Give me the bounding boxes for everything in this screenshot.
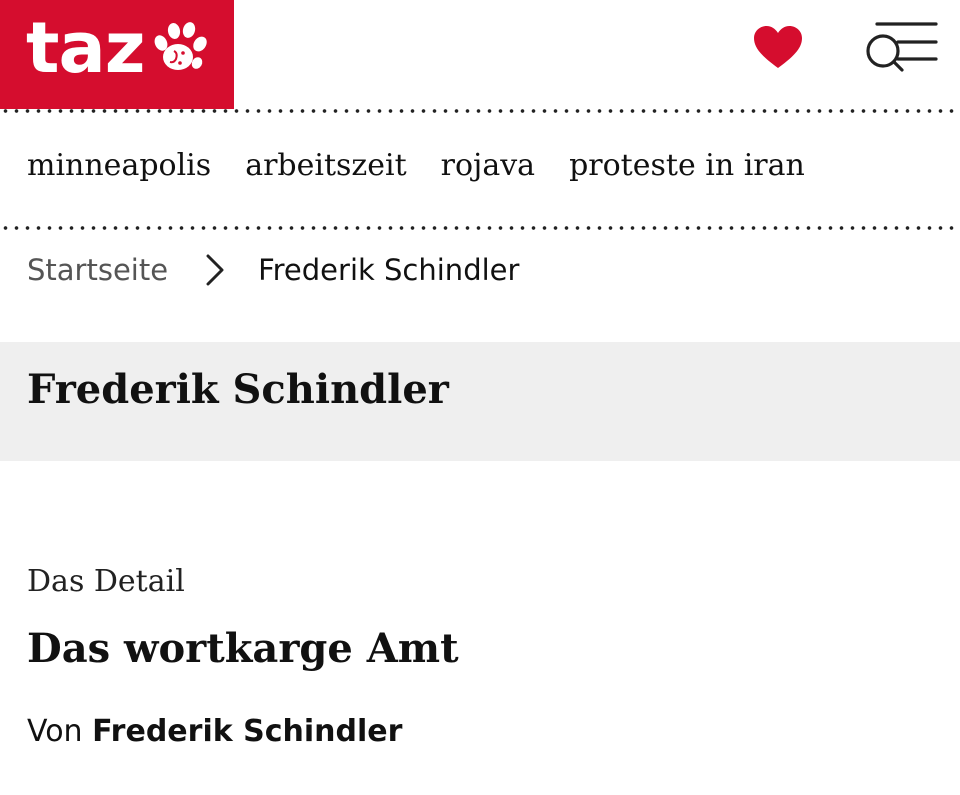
article-teaser[interactable]: Das Detail Das wortkarge Amt Von Frederi… (27, 560, 927, 752)
topic-nav: minneapolis arbeitszeit rojava proteste … (27, 146, 805, 190)
paw-icon (154, 22, 207, 70)
page-title: Frederik Schindler (27, 366, 449, 413)
dotted-divider (0, 225, 960, 231)
byline-prefix: Von (27, 714, 83, 749)
heart-icon (754, 26, 802, 68)
topic-link-arbeitszeit[interactable]: arbeitszeit (245, 146, 406, 190)
search-menu-button[interactable] (862, 18, 942, 76)
article-byline: Von Frederik Schindler (27, 712, 927, 752)
article-kicker: Das Detail (27, 564, 185, 599)
topic-link-proteste-in-iran[interactable]: proteste in iran (569, 146, 805, 190)
dotted-divider (0, 108, 960, 114)
search-menu-icon (866, 22, 938, 72)
logo-text: taz (26, 7, 145, 89)
breadcrumb: Startseite Frederik Schindler (27, 250, 519, 290)
chevron-right-icon (206, 254, 224, 286)
topic-link-minneapolis[interactable]: minneapolis (27, 146, 211, 190)
author-banner: Frederik Schindler (0, 342, 960, 461)
breadcrumb-current: Frederik Schindler (258, 253, 520, 287)
topic-link-rojava[interactable]: rojava (441, 146, 535, 190)
byline-author[interactable]: Frederik Schindler (92, 714, 402, 749)
breadcrumb-home-link[interactable]: Startseite (27, 253, 168, 287)
taz-logo[interactable]: taz (0, 0, 234, 109)
article-headline[interactable]: Das wortkarge Amt (27, 622, 927, 676)
favorites-button[interactable] (748, 22, 808, 74)
